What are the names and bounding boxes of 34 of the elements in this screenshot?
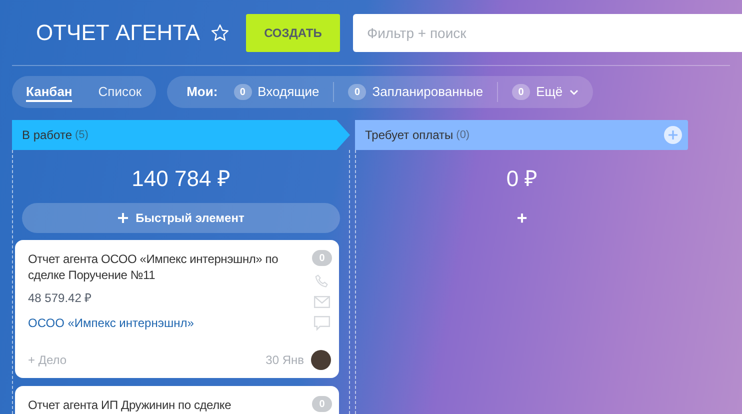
- page-title: ОТЧЕТ АГЕНТА: [36, 19, 200, 47]
- column-sum: 0 ₽: [505, 165, 539, 190]
- card-title: Отчет агента ИП Дружинин по сделке: [28, 397, 232, 413]
- add-activity-link[interactable]: + Дело: [28, 351, 67, 369]
- plus-icon: [118, 213, 128, 223]
- column-sum: 140 784 ₽: [130, 165, 232, 190]
- filter-item[interactable]: 0 Ещё: [512, 82, 579, 102]
- column-count: (0): [456, 128, 470, 143]
- card-date: 30 Янв: [266, 352, 304, 369]
- add-icon: [664, 126, 682, 144]
- create-button[interactable]: СОЗДАТЬ: [246, 14, 340, 52]
- chevron-down-icon: [568, 87, 579, 97]
- filter-item[interactable]: 0 Входящие: [234, 82, 320, 102]
- counter-badge: 0: [348, 84, 366, 100]
- client-link[interactable]: ОСОО «Импекс интернэшнл»: [28, 314, 309, 332]
- view-tab[interactable]: Канбан: [26, 82, 72, 102]
- phone-icon: [315, 274, 329, 288]
- column-title: Требует оплаты: [365, 127, 454, 144]
- counter-badge: 0: [512, 84, 530, 100]
- column-title: В работе: [22, 127, 72, 144]
- add-item-button[interactable]: +: [516, 203, 528, 233]
- chat-icon: [314, 316, 330, 331]
- card-title: Отчет агента ОСОО «Импекс интернэшнл» по сделке Поручение №11: [28, 251, 280, 283]
- filter-item[interactable]: 0 Запланированные: [348, 82, 484, 102]
- card-amount: 48 579.42 ₽: [28, 290, 93, 307]
- view-tab[interactable]: Список: [98, 82, 142, 102]
- star-icon[interactable]: [210, 22, 230, 42]
- avatar: [311, 350, 331, 370]
- search-field[interactable]: Фильтр + поиск: [352, 14, 742, 52]
- mail-icon: [314, 296, 330, 308]
- column-count: (5): [75, 128, 88, 143]
- counter-badge: 0: [234, 84, 252, 100]
- filter-label: Мои:: [186, 83, 218, 102]
- quick-add-button[interactable]: Быстрый элемент: [22, 203, 340, 233]
